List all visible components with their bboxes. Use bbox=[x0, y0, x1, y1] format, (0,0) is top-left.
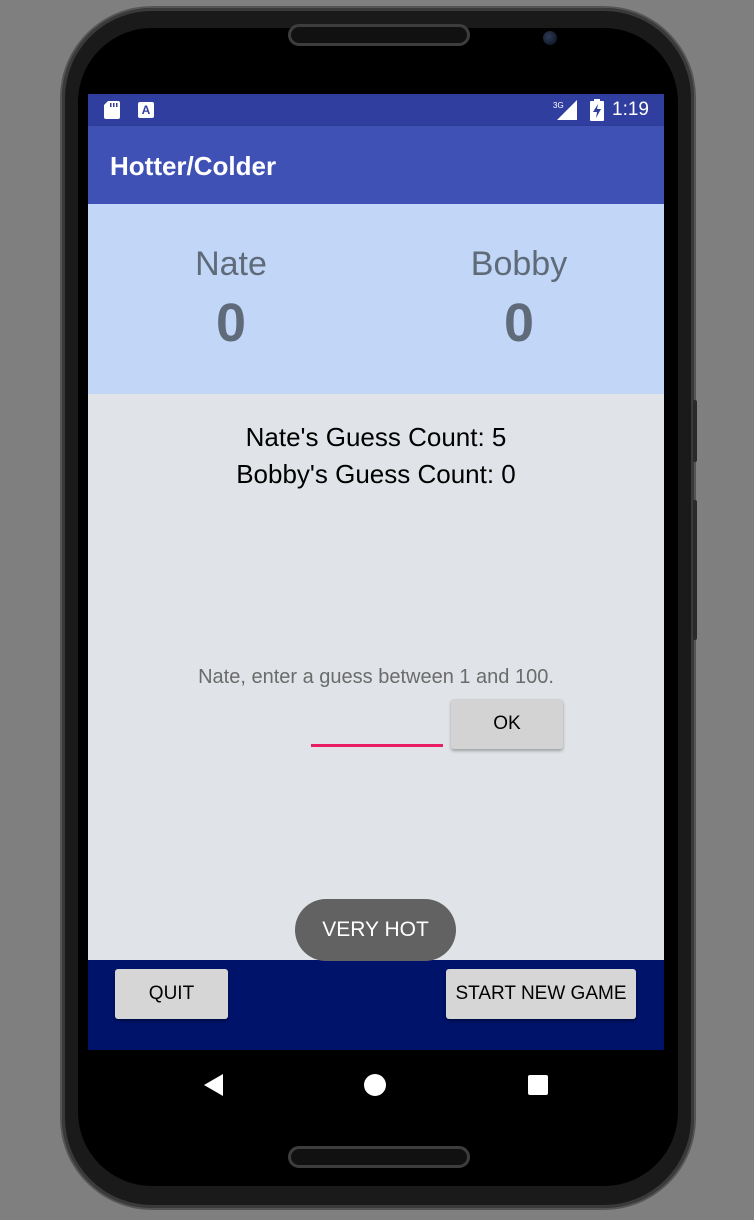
app-title: Hotter/Colder bbox=[110, 151, 277, 181]
nav-bar bbox=[88, 1050, 664, 1120]
start-new-game-button[interactable]: START NEW GAME bbox=[446, 969, 636, 1019]
sd-card-icon bbox=[104, 101, 120, 119]
front-camera bbox=[543, 31, 557, 45]
player-name: Bobby bbox=[470, 245, 568, 283]
bottom-speaker bbox=[288, 1146, 470, 1168]
back-icon[interactable] bbox=[204, 1074, 223, 1096]
bobby-guess-count: Bobby's Guess Count: 0 bbox=[236, 459, 516, 489]
status-clock: 1:19 bbox=[612, 99, 649, 120]
scoreboard: Nate 0 Bobby 0 bbox=[88, 204, 664, 394]
quit-button[interactable]: QUIT bbox=[115, 969, 228, 1019]
volume-button bbox=[693, 400, 697, 462]
footer-bar: QUIT START NEW GAME bbox=[88, 960, 664, 1050]
toast-message: VERY HOT bbox=[295, 899, 456, 961]
top-speaker bbox=[288, 24, 470, 46]
player-nate: Nate 0 bbox=[131, 242, 331, 356]
guess-counts: Nate's Guess Count: 5 Bobby's Guess Coun… bbox=[88, 419, 664, 493]
a-notification-icon: A bbox=[138, 102, 154, 118]
status-bar: A 3G 1:19 bbox=[88, 94, 664, 126]
battery-charging-icon bbox=[590, 99, 604, 121]
app-bar: Hotter/Colder bbox=[88, 126, 664, 204]
signal-icon: 3G bbox=[553, 100, 577, 120]
home-icon[interactable] bbox=[364, 1074, 386, 1096]
network-type-label: 3G bbox=[553, 101, 564, 110]
ok-button[interactable]: OK bbox=[451, 699, 563, 749]
guess-prompt: Nate, enter a guess between 1 and 100. bbox=[198, 666, 554, 688]
player-score: 0 bbox=[215, 293, 247, 353]
guess-input[interactable] bbox=[311, 706, 443, 747]
player-bobby: Bobby 0 bbox=[419, 242, 619, 356]
power-button bbox=[693, 500, 697, 640]
nate-guess-count: Nate's Guess Count: 5 bbox=[245, 422, 507, 452]
recents-icon[interactable] bbox=[528, 1075, 548, 1095]
player-name: Nate bbox=[195, 245, 267, 283]
player-score: 0 bbox=[503, 293, 535, 353]
screen: A 3G 1:19 Hotter/Colder Nate 0 Bobby 0 N… bbox=[88, 94, 664, 1120]
